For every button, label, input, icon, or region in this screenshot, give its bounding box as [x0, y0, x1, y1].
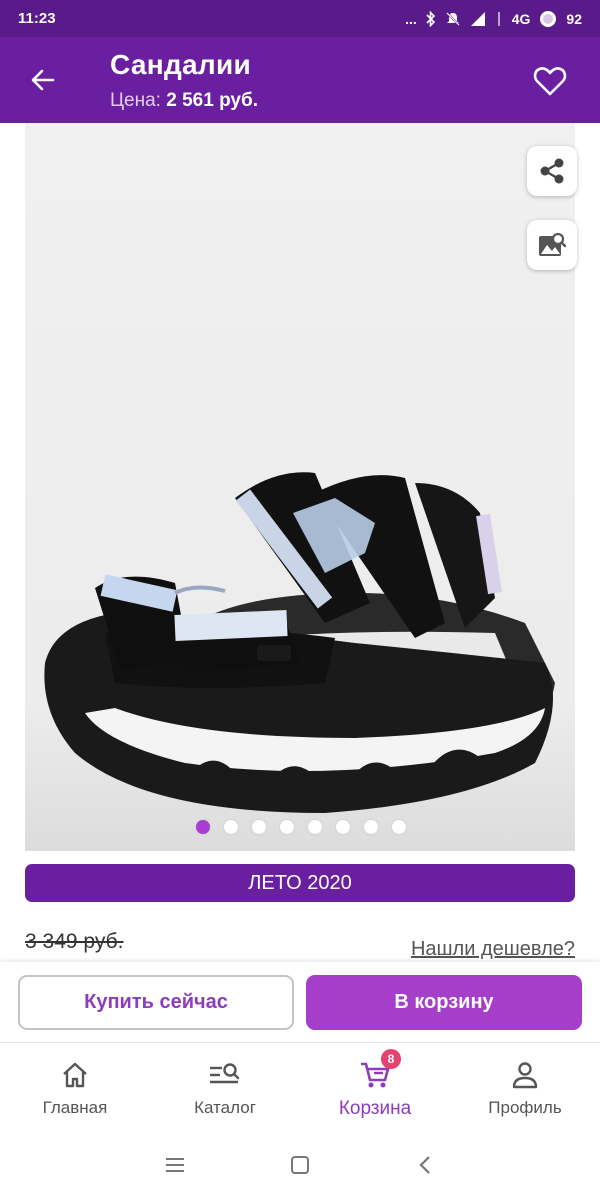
nav-item-home[interactable]: Главная: [0, 1043, 150, 1130]
back-system-button[interactable]: [363, 1155, 488, 1175]
signal-icon: [470, 11, 486, 27]
page-title: Сандалии: [110, 49, 252, 80]
home-icon: [60, 1058, 90, 1092]
found-cheaper-link[interactable]: Нашли дешевле?: [411, 938, 575, 961]
nav-label-profile: Профиль: [488, 1098, 562, 1117]
pagination-dot[interactable]: [307, 820, 322, 834]
add-to-cart-button[interactable]: В корзину: [306, 975, 582, 1030]
price-subtitle: Цена: 2 561 руб.: [110, 90, 258, 112]
arrow-left-icon: [31, 69, 55, 91]
home-system-button[interactable]: [238, 1155, 363, 1175]
status-time: 11:23: [18, 10, 56, 27]
nav-item-profile[interactable]: Профиль: [450, 1043, 600, 1130]
nav-label-home: Главная: [42, 1098, 108, 1117]
bottom-navigation: Главная Каталог 8 Корзина Профиль: [0, 1042, 600, 1130]
action-bar: Купить сейчас В корзину: [0, 962, 600, 1042]
pagination-dot[interactable]: [363, 820, 378, 834]
catalog-search-icon: [208, 1058, 242, 1092]
mute-icon: [445, 11, 461, 27]
price-value: 2 561 руб.: [166, 90, 259, 111]
battery-icon: [539, 10, 557, 28]
image-search-icon: [539, 232, 567, 256]
buy-now-button[interactable]: Купить сейчас: [18, 975, 294, 1030]
pagination-dot[interactable]: [279, 820, 294, 834]
notification-dots: ...: [405, 10, 417, 27]
cart-badge: 8: [381, 1049, 401, 1069]
nav-label-catalog: Каталог: [194, 1098, 256, 1117]
battery-level: 92: [566, 10, 582, 27]
price-label: Цена:: [110, 90, 161, 111]
search-by-image-button[interactable]: [527, 220, 577, 270]
status-icons: ... 4G 92: [405, 10, 582, 28]
share-button[interactable]: [527, 146, 577, 196]
nav-label-cart: Корзина: [338, 1098, 412, 1119]
chevron-left-icon: [419, 1155, 430, 1174]
old-price: 3 349 руб.: [25, 930, 124, 953]
share-icon: [540, 158, 564, 184]
menu-button[interactable]: [113, 1156, 238, 1174]
pagination-dot[interactable]: [251, 820, 266, 834]
network-type: 4G: [511, 10, 531, 27]
menu-icon: [166, 1157, 184, 1172]
promo-banner[interactable]: ЛЕТО 2020: [25, 864, 575, 902]
screen: 11:23 ... 4G 92 Сандалии Цена: 2 561 руб…: [0, 0, 600, 1199]
nav-item-catalog[interactable]: Каталог: [150, 1043, 300, 1130]
square-icon: [291, 1155, 309, 1174]
favorite-button[interactable]: [528, 59, 572, 103]
pagination-dot[interactable]: [335, 820, 350, 834]
app-bar: Сандалии Цена: 2 561 руб.: [0, 37, 600, 123]
profile-icon: [510, 1058, 540, 1092]
pagination-dot-active[interactable]: [195, 820, 210, 834]
gallery-pagination: [0, 820, 600, 834]
status-bar: 11:23 ... 4G 92: [0, 0, 600, 37]
bluetooth-icon: [426, 10, 436, 27]
pagination-dot[interactable]: [223, 820, 238, 834]
system-navigation: [0, 1130, 600, 1199]
pagination-dot[interactable]: [391, 820, 406, 834]
product-image: [44, 472, 555, 813]
product-gallery[interactable]: [25, 123, 575, 851]
back-button[interactable]: [22, 59, 64, 101]
nav-item-cart[interactable]: 8 Корзина: [300, 1043, 450, 1130]
signal-icon-2: [495, 11, 503, 27]
heart-icon: [533, 67, 567, 96]
